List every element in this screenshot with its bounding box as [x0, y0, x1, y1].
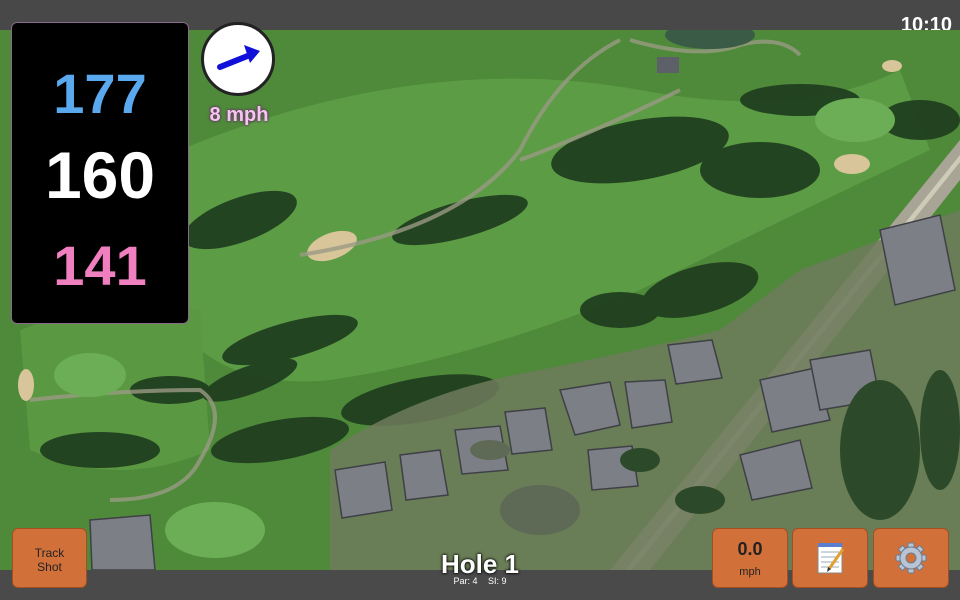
center-distance: 160 [44, 138, 156, 212]
track-shot-button[interactable]: Track Shot [12, 528, 87, 588]
front-distance: 141 [53, 234, 147, 297]
settings-button[interactable] [873, 528, 949, 588]
wind-speed-button[interactable]: 0.0 mph [712, 528, 788, 588]
wind-value: 0.0 [737, 539, 763, 559]
hole-info: Par: 4 SI: 9 [380, 576, 580, 586]
notes-button[interactable] [792, 528, 868, 588]
back-distance: 177 [53, 62, 147, 125]
par-label: Par: 4 [453, 576, 478, 586]
wind-direction-dial [201, 22, 275, 96]
distance-panel: 177 160 141 [11, 22, 189, 324]
wind-arrow-icon [217, 45, 260, 70]
track-shot-label-line2: Shot [37, 560, 62, 574]
wind-speed-label: 8 mph [209, 104, 269, 126]
gear-icon [895, 542, 927, 574]
stroke-index-label: SI: 9 [488, 576, 507, 586]
notepad-icon [817, 543, 845, 574]
track-shot-label-line1: Track [34, 546, 65, 560]
wind-unit: mph [739, 566, 761, 578]
